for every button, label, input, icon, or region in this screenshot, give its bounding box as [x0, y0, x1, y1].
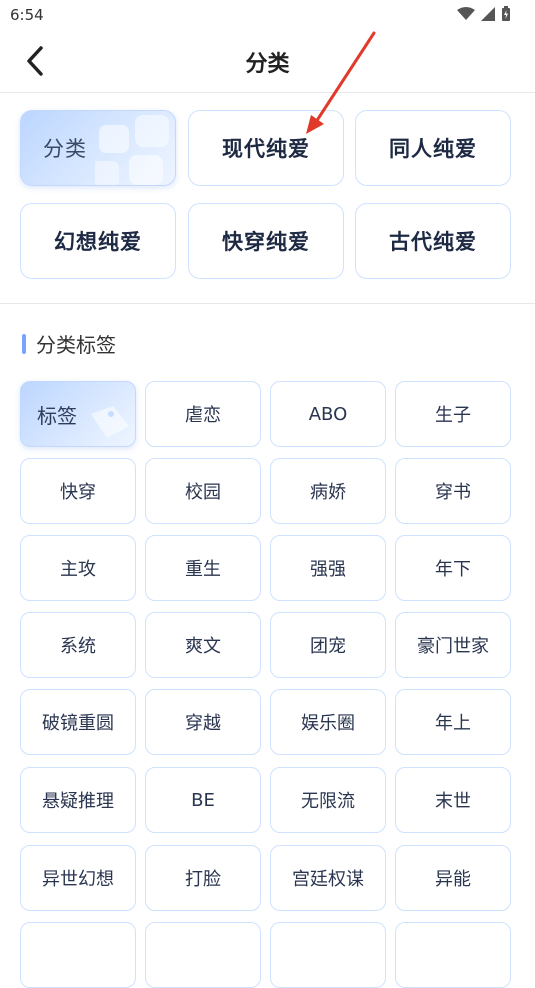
category-card-fantasy[interactable]: 幻想纯爱 — [20, 203, 176, 279]
tag-item[interactable]: 校园 — [145, 458, 261, 524]
tag-label: 异世幻想 — [42, 869, 114, 890]
tag-label: 年下 — [435, 559, 471, 580]
tag-item[interactable]: 异世幻想 — [20, 845, 136, 911]
battery-icon — [502, 6, 510, 21]
tag-item[interactable]: 悬疑推理 — [20, 767, 136, 833]
category-label: 分类 — [43, 137, 87, 161]
section-title: 分类标签 — [22, 329, 116, 358]
tag-label: 爽文 — [185, 636, 221, 657]
tag-item[interactable]: 标签 — [20, 381, 136, 447]
section-accent-bar — [22, 333, 26, 354]
tag-item[interactable]: 异能 — [395, 845, 511, 911]
tag-item[interactable]: 虐恋 — [145, 381, 261, 447]
tag-label: 团宠 — [310, 636, 346, 657]
tag-item[interactable]: 强强 — [270, 535, 386, 601]
category-card-ancient[interactable]: 古代纯爱 — [355, 203, 511, 279]
tag-item[interactable]: 团宠 — [270, 612, 386, 678]
status-icons — [457, 6, 511, 22]
tag-item[interactable]: 年下 — [395, 535, 511, 601]
section-title-text: 分类标签 — [36, 333, 116, 357]
category-card-fanfic[interactable]: 同人纯爱 — [355, 110, 511, 186]
tag-item[interactable]: BE — [145, 767, 261, 833]
tag-item[interactable]: 系统 — [20, 612, 136, 678]
page-title: 分类 — [245, 52, 290, 77]
tag-label: 病娇 — [310, 482, 346, 503]
category-label: 同人纯爱 — [389, 137, 477, 161]
category-card-quick-travel[interactable]: 快穿纯爱 — [188, 203, 344, 279]
category-label: 快穿纯爱 — [222, 230, 310, 254]
tag-item[interactable]: 娱乐圈 — [270, 689, 386, 755]
tag-label: 宫廷权谋 — [292, 869, 364, 890]
tag-label: 豪门世家 — [417, 636, 489, 657]
tag-label: 异能 — [435, 869, 471, 890]
tag-label: 强强 — [310, 559, 346, 580]
tag-label: 虐恋 — [185, 405, 221, 426]
decorative-squares-icon — [95, 115, 169, 185]
tag-item-partial[interactable] — [145, 922, 261, 988]
tag-item[interactable]: 打脸 — [145, 845, 261, 911]
tag-item[interactable]: 破镜重圆 — [20, 689, 136, 755]
tag-item[interactable]: 豪门世家 — [395, 612, 511, 678]
tag-label: 破镜重圆 — [42, 713, 114, 734]
tag-item-partial[interactable] — [395, 922, 511, 988]
category-label: 现代纯爱 — [222, 137, 310, 161]
tag-label: 系统 — [60, 636, 96, 657]
header-divider — [0, 92, 535, 93]
tag-item[interactable]: 病娇 — [270, 458, 386, 524]
tag-item[interactable]: 无限流 — [270, 767, 386, 833]
tag-item[interactable]: 穿书 — [395, 458, 511, 524]
tag-label: 娱乐圈 — [301, 713, 355, 734]
tag-label: 快穿 — [60, 482, 96, 503]
section-divider — [0, 303, 535, 304]
tag-item[interactable]: 爽文 — [145, 612, 261, 678]
tag-label: 校园 — [185, 482, 221, 503]
category-card-modern[interactable]: 现代纯爱 — [188, 110, 344, 186]
tag-label: 穿书 — [435, 482, 471, 503]
tag-label: 年上 — [435, 713, 471, 734]
price-tag-icon — [91, 406, 129, 438]
tag-label: 末世 — [435, 791, 471, 812]
category-card-all[interactable]: 分类 — [20, 110, 176, 186]
category-label: 幻想纯爱 — [54, 230, 142, 254]
status-time: 6:54 — [10, 6, 44, 24]
tag-label: 悬疑推理 — [42, 791, 114, 812]
tag-label: BE — [191, 789, 215, 811]
tag-item[interactable]: 主攻 — [20, 535, 136, 601]
tag-label: 穿越 — [185, 713, 221, 734]
tag-item-partial[interactable] — [270, 922, 386, 988]
tag-label: 无限流 — [301, 791, 355, 812]
tag-item[interactable]: 宫廷权谋 — [270, 845, 386, 911]
tag-item-partial[interactable] — [20, 922, 136, 988]
tag-label: 生子 — [435, 405, 471, 426]
tag-item[interactable]: 快穿 — [20, 458, 136, 524]
tag-item[interactable]: 穿越 — [145, 689, 261, 755]
status-bar: 6:54 — [0, 0, 535, 30]
wifi-icon — [457, 7, 475, 20]
tag-label: 标签 — [37, 403, 77, 428]
tag-label: ABO — [308, 403, 348, 425]
tag-item[interactable]: 生子 — [395, 381, 511, 447]
tag-item[interactable]: 重生 — [145, 535, 261, 601]
tag-item[interactable]: ABO — [270, 381, 386, 447]
app-header: 分类 — [0, 30, 535, 92]
tag-label: 重生 — [185, 559, 221, 580]
tag-item[interactable]: 末世 — [395, 767, 511, 833]
tag-label: 打脸 — [185, 869, 221, 890]
signal-icon — [481, 7, 495, 21]
category-label: 古代纯爱 — [389, 230, 477, 254]
tag-label: 主攻 — [60, 559, 96, 580]
tag-item[interactable]: 年上 — [395, 689, 511, 755]
